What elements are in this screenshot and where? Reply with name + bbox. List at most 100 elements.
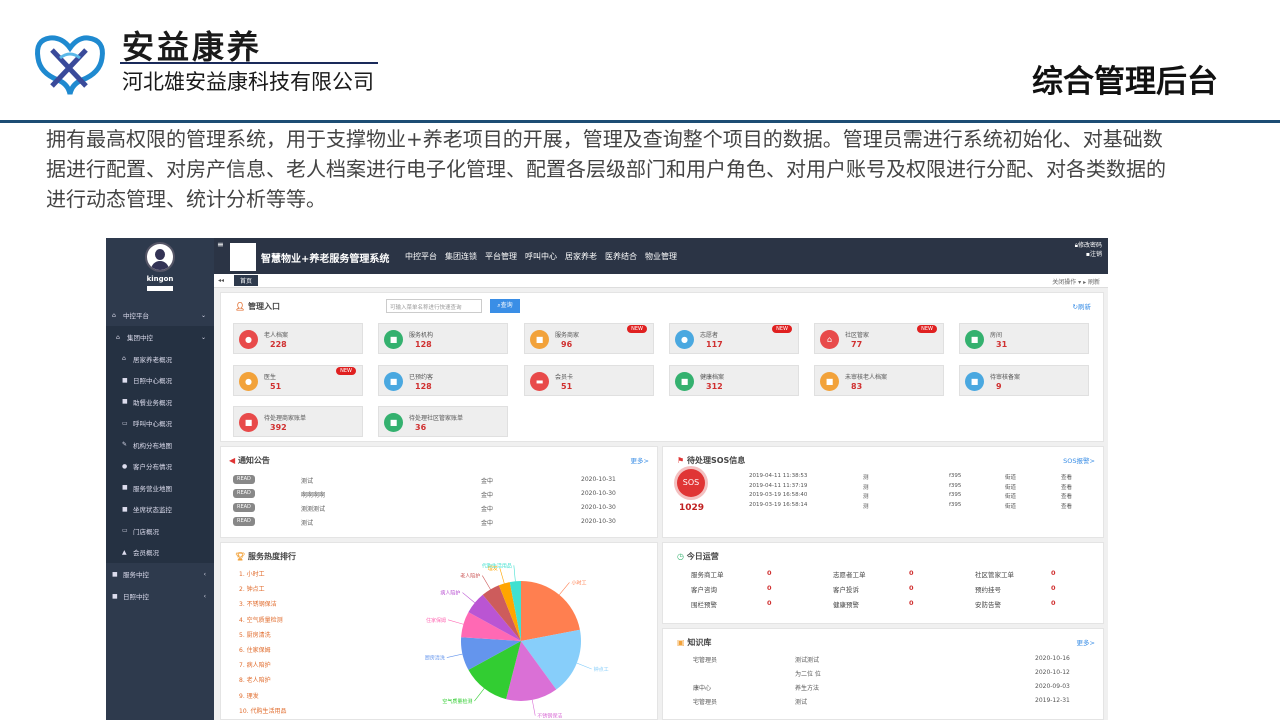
sidebar-item-control-platform[interactable]: ⌂ 中控平台 ⌄ — [106, 304, 214, 326]
sidebar-item-5[interactable]: ✎ 机构分布地图 — [106, 434, 214, 456]
tab-home[interactable]: 首页 — [234, 275, 259, 286]
sidebar-item-10[interactable]: ▲ 会员概况 — [106, 542, 214, 564]
card-value: 96 — [561, 340, 573, 349]
entry-card[interactable]: ● 志愿者 117 NEW — [669, 323, 799, 354]
menu-toggle-icon[interactable]: ≡ — [217, 240, 224, 249]
sidebar-item-1[interactable]: ⌂ 居家养老概况 — [106, 348, 214, 370]
users-icon: ● — [122, 462, 128, 470]
knowledge-row[interactable]: 宅管理员 测试测试 2020-10-16 — [693, 655, 1093, 667]
service-pie-chart: 小时工钟点工不锈钢保洁空气质量检测厨房清洗住家保姆病人陪护老人陪护理发代购生活用… — [425, 563, 609, 718]
nav-item-4[interactable]: 呼叫中心 — [525, 251, 557, 262]
sidebar-item-label: 居家养老概况 — [133, 355, 172, 364]
pie-label: 钟点工 — [594, 666, 609, 673]
entry-card[interactable]: ■ 待处理社区管家账单 36 — [378, 406, 508, 437]
refresh-button[interactable]: ↻刷新 — [1073, 301, 1091, 311]
notice-row[interactable]: READ 啊啊啊啊 金中 2020-10-30 — [233, 489, 643, 499]
pie-label: 老人陪护 — [460, 573, 480, 580]
card-label: 会员卡 — [555, 374, 574, 381]
nav-item-6[interactable]: 医养结合 — [605, 251, 637, 262]
entry-card[interactable]: ■ 待处理商家账单 392 — [233, 406, 363, 437]
sos-row[interactable]: 2019-03-19 16:58:40 测 f395 街道 查看 — [749, 492, 1095, 501]
sidebar-item-9[interactable]: ▭ 门店概况 — [106, 520, 214, 542]
logout-link[interactable]: ▪注销 — [1075, 250, 1102, 259]
sos-more-link[interactable]: SOS报警> — [1063, 455, 1095, 465]
sidebar-item-6[interactable]: ● 客户分布情况 — [106, 456, 214, 478]
pie-leader-line — [531, 699, 536, 716]
sos-view-link[interactable]: 查看 — [1061, 502, 1072, 510]
entry-card[interactable]: ■ 已预约客 128 — [378, 365, 508, 396]
entry-card[interactable]: ⌂ 社区管家 77 NEW — [814, 323, 944, 354]
sidebar: kingon ⌂ 中控平台 ⌄ ⌂ 集团中控 ⌄ ⌂ 居家养老概况 ■ 日照中心概况 ■ 助餐业务… — [106, 238, 214, 720]
ranking-item[interactable]: 3. 不锈钢保洁 — [239, 599, 277, 608]
nav-item-3[interactable]: 平台管理 — [485, 251, 517, 262]
ranking-item[interactable]: 8. 老人陪护 — [239, 675, 271, 684]
sidebar-label: 服务中控 — [123, 571, 149, 579]
knowledge-row[interactable]: 康中心 养生方法 2020-09-03 — [693, 683, 1093, 695]
sidebar-item-2[interactable]: ■ 日照中心概况 — [106, 370, 214, 392]
entry-card[interactable]: ■ 未审核老人档案 83 — [814, 365, 944, 396]
sos-view-link[interactable]: 查看 — [1061, 483, 1072, 491]
sidebar-item-4[interactable]: ▭ 呼叫中心概况 — [106, 413, 214, 435]
pie-leader-line — [446, 653, 463, 658]
sos-code: f395 — [949, 473, 962, 479]
tab-back-icon[interactable]: ◂◂ — [218, 277, 224, 284]
ranking-item[interactable]: 4. 空气质量检测 — [239, 615, 283, 624]
entry-card[interactable]: ■ 服务机构 128 — [378, 323, 508, 354]
avatar[interactable] — [145, 242, 175, 272]
ranking-title-label: 服务热度排行 — [247, 552, 296, 561]
sidebar-item-8[interactable]: ■ 坐席状态监控 — [106, 499, 214, 521]
nav-item-7[interactable]: 物业管理 — [645, 251, 677, 262]
entry-card[interactable]: ■ 健康档案 312 — [669, 365, 799, 396]
notice-row[interactable]: READ 测试 金中 2020-10-30 — [233, 517, 643, 527]
notice-more-link[interactable]: 更多> — [631, 455, 649, 465]
sos-time: 2019-03-19 16:58:40 — [749, 492, 808, 498]
sos-panel: ⚑ 待处理SOS信息 SOS报警> SOS 1029 2019-04-11 11… — [662, 446, 1104, 538]
entry-card[interactable]: ● 医生 51 NEW — [233, 365, 363, 396]
nav-item-1[interactable]: 中控平台 — [405, 251, 437, 262]
card-icon: ■ — [239, 413, 258, 432]
nav-item-2[interactable]: 集团连锁 — [445, 251, 477, 262]
entry-card[interactable]: ■ 待审核备案 9 — [959, 365, 1089, 396]
knowledge-row[interactable]: 宅管理员 测试 2019-12-31 — [693, 697, 1093, 709]
sidebar-item-service-control[interactable]: ■ 服务中控 ‹ — [106, 563, 214, 585]
notice-row[interactable]: READ 测试 金中 2020-10-31 — [233, 475, 643, 485]
sos-row[interactable]: 2019-04-11 11:37:19 测 f395 街道 查看 — [749, 483, 1095, 492]
today-title: ◷ 今日运营 — [677, 551, 719, 562]
change-password-link[interactable]: 🔒︎修改密码 — [1075, 241, 1102, 250]
entry-card[interactable]: ● 老人档案 228 — [233, 323, 363, 354]
sos-type: 测 — [863, 503, 869, 510]
knowledge-author: 康中心 — [693, 685, 712, 692]
knowledge-more-link[interactable]: 更多> — [1077, 637, 1095, 647]
search-button[interactable]: ⌕查询 — [490, 299, 520, 313]
knowledge-row[interactable]: 为二位 位 2020-10-12 — [693, 669, 1093, 681]
new-badge: NEW — [627, 325, 647, 333]
notice-title: 测试 — [301, 478, 314, 485]
nav-item-5[interactable]: 居家养老 — [565, 251, 597, 262]
ranking-item[interactable]: 9. 理发 — [239, 691, 259, 700]
sos-view-link[interactable]: 查看 — [1061, 473, 1072, 481]
ranking-item[interactable]: 6. 住家保姆 — [239, 645, 271, 654]
ranking-item[interactable]: 10. 代购生活用品 — [239, 706, 286, 715]
card-icon: ● — [239, 330, 258, 349]
sos-view-link[interactable]: 查看 — [1061, 492, 1072, 500]
entry-card[interactable]: ▬ 会员卡 51 — [524, 365, 654, 396]
sidebar-item-7[interactable]: ■ 服务营业地图 — [106, 477, 214, 499]
ranking-item[interactable]: 1. 小时工 — [239, 569, 265, 578]
sidebar-item-group-control[interactable]: ⌂ 集团中控 ⌄ — [106, 326, 214, 348]
sos-row[interactable]: 2019-03-19 16:58:14 测 f395 街道 查看 — [749, 502, 1095, 511]
tab-actions[interactable]: 关闭操作 ▾ ▸ 刷新 — [1052, 277, 1100, 286]
entry-panel: 👤︎ 管理入口 可输入菜单名称进行快速查询 ⌕查询 ↻刷新 ● 老人档案 228 ■ 服… — [220, 292, 1104, 442]
menu-search-input[interactable]: 可输入菜单名称进行快速查询 — [386, 299, 482, 313]
user-status-bar — [147, 286, 173, 291]
card-label: 已预约客 — [409, 374, 434, 381]
entry-card[interactable]: ■ 房间 31 — [959, 323, 1089, 354]
entry-card[interactable]: ■ 服务商家 96 NEW — [524, 323, 654, 354]
sidebar-item-3[interactable]: ■ 助餐业务概况 — [106, 391, 214, 413]
ranking-item[interactable]: 5. 厨房清洗 — [239, 630, 271, 639]
sidebar-item-day-care-control[interactable]: ■ 日照中控 ‹ — [106, 585, 214, 607]
sos-row[interactable]: 2019-04-11 11:38:53 测 f395 街道 查看 — [749, 473, 1095, 482]
ranking-item[interactable]: 7. 病人陪护 — [239, 660, 271, 669]
sidebar-item-label: 客户分布情况 — [133, 463, 172, 472]
notice-row[interactable]: READ 测测测试 金中 2020-10-30 — [233, 503, 643, 513]
ranking-item[interactable]: 2. 钟点工 — [239, 584, 265, 593]
